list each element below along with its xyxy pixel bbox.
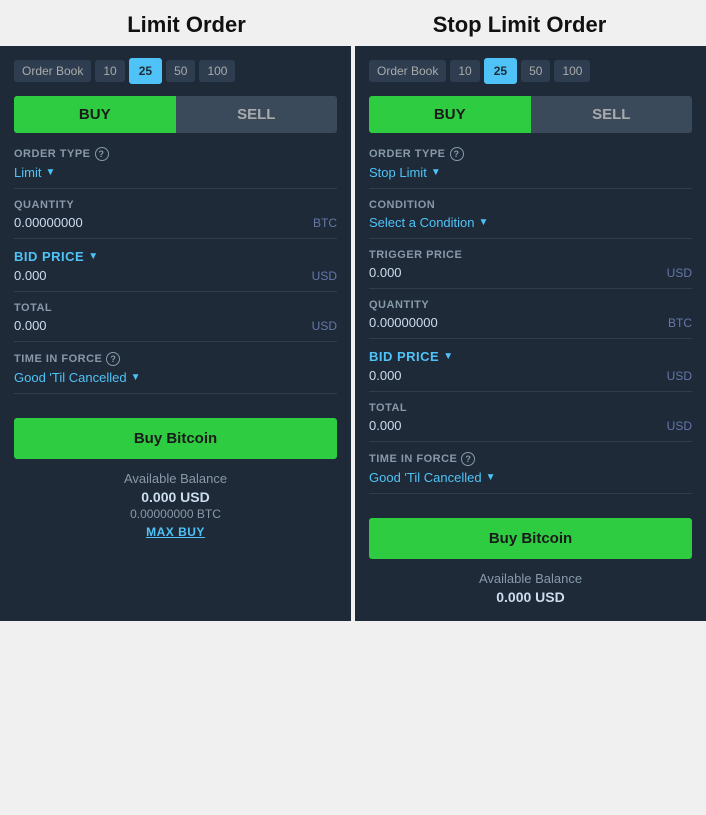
order-type-help-right[interactable]: ? bbox=[450, 147, 464, 161]
time-in-force-arrow-right: ▼ bbox=[486, 472, 496, 483]
buy-button-right[interactable]: BUY bbox=[369, 96, 531, 133]
quantity-row-left: 0.00000000 BTC bbox=[14, 215, 337, 230]
time-in-force-arrow-left: ▼ bbox=[131, 372, 141, 383]
left-panel-title: Limit Order bbox=[20, 12, 353, 38]
total-unit-right: USD bbox=[667, 419, 692, 433]
order-book-row-left: Order Book 10 25 50 100 bbox=[14, 58, 337, 84]
ob-btn-10-right[interactable]: 10 bbox=[450, 60, 479, 82]
buy-bitcoin-button-right[interactable]: Buy Bitcoin bbox=[369, 518, 692, 559]
sell-button-right[interactable]: SELL bbox=[531, 96, 693, 133]
trigger-price-label-right: TRIGGER PRICE bbox=[369, 249, 692, 261]
trigger-price-section-right: TRIGGER PRICE 0.000 USD bbox=[369, 249, 692, 289]
bid-price-dropdown-left[interactable]: BID PRICE ▼ bbox=[14, 249, 99, 264]
time-in-force-section-right: TIME IN FORCE ? Good 'Til Cancelled ▼ bbox=[369, 452, 692, 494]
time-in-force-label-right: TIME IN FORCE ? bbox=[369, 452, 692, 466]
bid-price-arrow-left: ▼ bbox=[88, 251, 98, 262]
quantity-label-right: QUANTITY bbox=[369, 299, 692, 311]
ob-btn-50-left[interactable]: 50 bbox=[166, 60, 195, 82]
stop-limit-order-panel: Order Book 10 25 50 100 BUY SELL ORDER T… bbox=[355, 46, 706, 621]
condition-section-right: CONDITION Select a Condition ▼ bbox=[369, 199, 692, 239]
order-book-label-right: Order Book bbox=[369, 60, 446, 82]
condition-arrow-right: ▼ bbox=[479, 217, 489, 228]
time-in-force-dropdown-right[interactable]: Good 'Til Cancelled ▼ bbox=[369, 470, 692, 485]
balance-section-right: Available Balance 0.000 USD bbox=[369, 571, 692, 605]
right-panel-title: Stop Limit Order bbox=[353, 12, 686, 38]
time-in-force-label-left: TIME IN FORCE ? bbox=[14, 352, 337, 366]
order-type-section-right: ORDER TYPE ? Stop Limit ▼ bbox=[369, 147, 692, 189]
balance-btc-left: 0.00000000 BTC bbox=[14, 507, 337, 521]
time-in-force-help-right[interactable]: ? bbox=[461, 452, 475, 466]
order-type-label-left: ORDER TYPE ? bbox=[14, 147, 337, 161]
total-label-left: TOTAL bbox=[14, 302, 337, 314]
condition-dropdown-right[interactable]: Select a Condition ▼ bbox=[369, 215, 692, 230]
quantity-unit-right: BTC bbox=[668, 316, 692, 330]
quantity-value-left[interactable]: 0.00000000 bbox=[14, 215, 83, 230]
quantity-section-left: QUANTITY 0.00000000 BTC bbox=[14, 199, 337, 239]
ob-btn-100-right[interactable]: 100 bbox=[554, 60, 590, 82]
buy-button-left[interactable]: BUY bbox=[14, 96, 176, 133]
time-in-force-help-left[interactable]: ? bbox=[106, 352, 120, 366]
order-type-dropdown-left[interactable]: Limit ▼ bbox=[14, 165, 337, 180]
ob-btn-50-right[interactable]: 50 bbox=[521, 60, 550, 82]
condition-label-right: CONDITION bbox=[369, 199, 692, 211]
bid-price-row-right: 0.000 USD bbox=[369, 368, 692, 383]
total-row-left: 0.000 USD bbox=[14, 318, 337, 333]
trigger-price-row-right: 0.000 USD bbox=[369, 265, 692, 280]
quantity-section-right: QUANTITY 0.00000000 BTC bbox=[369, 299, 692, 339]
bid-price-row-left: 0.000 USD bbox=[14, 268, 337, 283]
buy-bitcoin-button-left[interactable]: Buy Bitcoin bbox=[14, 418, 337, 459]
bid-price-dropdown-right[interactable]: BID PRICE ▼ bbox=[369, 349, 454, 364]
bid-price-section-left: BID PRICE ▼ 0.000 USD bbox=[14, 249, 337, 292]
ob-btn-25-right[interactable]: 25 bbox=[484, 58, 517, 84]
ob-btn-10-left[interactable]: 10 bbox=[95, 60, 124, 82]
trigger-price-unit-right: USD bbox=[667, 266, 692, 280]
balance-title-right: Available Balance bbox=[369, 571, 692, 586]
order-type-section-left: ORDER TYPE ? Limit ▼ bbox=[14, 147, 337, 189]
order-book-label-left: Order Book bbox=[14, 60, 91, 82]
quantity-value-right[interactable]: 0.00000000 bbox=[369, 315, 438, 330]
total-value-right: 0.000 bbox=[369, 418, 402, 433]
time-in-force-dropdown-left[interactable]: Good 'Til Cancelled ▼ bbox=[14, 370, 337, 385]
balance-usd-left: 0.000 USD bbox=[14, 489, 337, 505]
ob-btn-25-left[interactable]: 25 bbox=[129, 58, 162, 84]
order-type-label-right: ORDER TYPE ? bbox=[369, 147, 692, 161]
bid-price-arrow-right: ▼ bbox=[443, 351, 453, 362]
order-type-arrow-right: ▼ bbox=[431, 167, 441, 178]
total-row-right: 0.000 USD bbox=[369, 418, 692, 433]
bid-price-value-right[interactable]: 0.000 bbox=[369, 368, 402, 383]
quantity-unit-left: BTC bbox=[313, 216, 337, 230]
total-section-right: TOTAL 0.000 USD bbox=[369, 402, 692, 442]
balance-section-left: Available Balance 0.000 USD 0.00000000 B… bbox=[14, 471, 337, 539]
time-in-force-section-left: TIME IN FORCE ? Good 'Til Cancelled ▼ bbox=[14, 352, 337, 394]
total-unit-left: USD bbox=[312, 319, 337, 333]
balance-title-left: Available Balance bbox=[14, 471, 337, 486]
total-value-left: 0.000 bbox=[14, 318, 47, 333]
quantity-row-right: 0.00000000 BTC bbox=[369, 315, 692, 330]
total-label-right: TOTAL bbox=[369, 402, 692, 414]
sell-button-left[interactable]: SELL bbox=[176, 96, 338, 133]
bid-price-label-left: BID PRICE ▼ bbox=[14, 249, 337, 264]
order-type-arrow-left: ▼ bbox=[45, 167, 55, 178]
buy-sell-row-right: BUY SELL bbox=[369, 96, 692, 133]
bid-price-unit-left: USD bbox=[312, 269, 337, 283]
bid-price-unit-right: USD bbox=[667, 369, 692, 383]
limit-order-panel: Order Book 10 25 50 100 BUY SELL ORDER T… bbox=[0, 46, 351, 621]
bid-price-value-left[interactable]: 0.000 bbox=[14, 268, 47, 283]
max-buy-left[interactable]: MAX BUY bbox=[14, 525, 337, 539]
total-section-left: TOTAL 0.000 USD bbox=[14, 302, 337, 342]
order-type-help-left[interactable]: ? bbox=[95, 147, 109, 161]
trigger-price-value-right[interactable]: 0.000 bbox=[369, 265, 402, 280]
balance-usd-right: 0.000 USD bbox=[369, 589, 692, 605]
order-book-row-right: Order Book 10 25 50 100 bbox=[369, 58, 692, 84]
ob-btn-100-left[interactable]: 100 bbox=[199, 60, 235, 82]
bid-price-section-right: BID PRICE ▼ 0.000 USD bbox=[369, 349, 692, 392]
bid-price-label-right: BID PRICE ▼ bbox=[369, 349, 692, 364]
buy-sell-row-left: BUY SELL bbox=[14, 96, 337, 133]
order-type-dropdown-right[interactable]: Stop Limit ▼ bbox=[369, 165, 692, 180]
quantity-label-left: QUANTITY bbox=[14, 199, 337, 211]
